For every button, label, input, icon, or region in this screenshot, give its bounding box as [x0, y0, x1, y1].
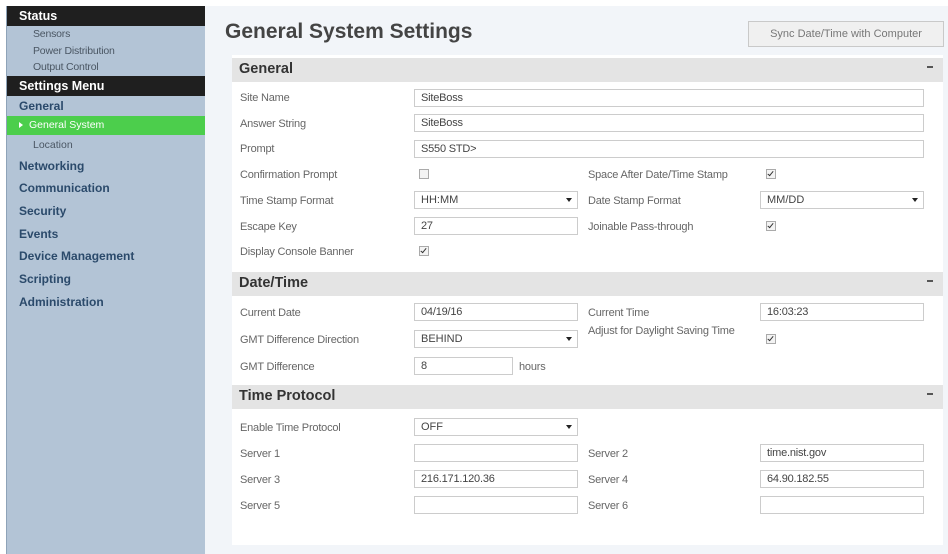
dropdown-arrow-icon: [912, 198, 918, 202]
server-6-input[interactable]: [760, 496, 924, 514]
enable-time-protocol-select[interactable]: OFF: [414, 418, 578, 436]
site-name-input[interactable]: SiteBoss: [414, 89, 924, 107]
section-title: Time Protocol: [239, 388, 336, 404]
sidebar-item-sensors[interactable]: Sensors: [7, 26, 205, 43]
server-5-input[interactable]: [414, 496, 578, 514]
display-console-banner-label: Display Console Banner: [240, 246, 354, 258]
prompt-label: Prompt: [240, 143, 275, 155]
current-date-input[interactable]: 04/19/16: [414, 303, 578, 321]
sidebar-item-security[interactable]: Security: [7, 200, 205, 223]
selected-value: MM/DD: [767, 194, 805, 206]
prompt-input[interactable]: S550 STD>: [414, 140, 924, 158]
gmt-difference-input[interactable]: 8: [414, 357, 513, 375]
dropdown-arrow-icon: [566, 425, 572, 429]
checkmark-icon: [420, 246, 427, 254]
dropdown-arrow-icon: [566, 337, 572, 341]
sidebar-item-device-management[interactable]: Device Management: [7, 245, 205, 268]
sync-datetime-button[interactable]: Sync Date/Time with Computer: [748, 21, 944, 47]
confirmation-prompt-checkbox[interactable]: [419, 169, 429, 179]
sidebar-item-power-distribution[interactable]: Power Distribution: [7, 43, 205, 60]
answer-string-label: Answer String: [240, 118, 306, 130]
daylight-saving-checkbox[interactable]: [766, 334, 776, 344]
selected-value: OFF: [421, 421, 443, 433]
sidebar-item-communication[interactable]: Communication: [7, 177, 205, 200]
current-time-input[interactable]: 16:03:23: [760, 303, 924, 321]
date-stamp-format-select[interactable]: MM/DD: [760, 191, 924, 209]
server-1-input[interactable]: [414, 444, 578, 462]
time-stamp-format-label: Time Stamp Format: [240, 195, 334, 207]
sidebar-item-location[interactable]: Location: [7, 135, 205, 155]
caret-right-icon: [19, 122, 23, 128]
server-4-label: Server 4: [588, 474, 628, 486]
enable-time-protocol-label: Enable Time Protocol: [240, 422, 341, 434]
checkmark-icon: [767, 221, 774, 229]
escape-key-input[interactable]: 27: [414, 217, 578, 235]
section-header-datetime: Date/Time: [232, 272, 943, 296]
section-title: Date/Time: [239, 275, 309, 291]
sidebar-item-networking[interactable]: Networking: [7, 155, 205, 178]
sidebar-header-status[interactable]: Status: [7, 6, 205, 26]
section-header-general: General: [232, 58, 943, 82]
sidebar-item-output-control[interactable]: Output Control: [7, 59, 205, 76]
joinable-pass-through-checkbox[interactable]: [766, 221, 776, 231]
selected-value: BEHIND: [421, 333, 463, 345]
dropdown-arrow-icon: [566, 198, 572, 202]
confirmation-prompt-label: Confirmation Prompt: [240, 169, 338, 181]
date-stamp-format-label: Date Stamp Format: [588, 195, 681, 207]
sidebar: Status Sensors Power Distribution Output…: [6, 6, 205, 554]
site-name-label: Site Name: [240, 92, 290, 104]
gmt-direction-label: GMT Difference Direction: [240, 334, 359, 346]
time-stamp-format-select[interactable]: HH:MM: [414, 191, 578, 209]
sidebar-item-scripting[interactable]: Scripting: [7, 268, 205, 291]
server-2-label: Server 2: [588, 448, 628, 460]
checkmark-icon: [767, 334, 774, 342]
sidebar-item-events[interactable]: Events: [7, 223, 205, 246]
joinable-pass-through-label: Joinable Pass-through: [588, 221, 694, 233]
server-6-label: Server 6: [588, 500, 628, 512]
server-2-input[interactable]: time.nist.gov: [760, 444, 924, 462]
gmt-difference-unit: hours: [519, 361, 546, 373]
checkmark-icon: [767, 169, 774, 177]
server-4-input[interactable]: 64.90.182.55: [760, 470, 924, 488]
server-5-label: Server 5: [240, 500, 280, 512]
collapse-icon[interactable]: [927, 393, 933, 395]
space-after-stamp-label: Space After Date/Time Stamp: [588, 169, 728, 181]
gmt-direction-select[interactable]: BEHIND: [414, 330, 578, 348]
section-header-time-protocol: Time Protocol: [232, 385, 943, 409]
selected-value: HH:MM: [421, 194, 459, 206]
sidebar-item-label: General System: [29, 118, 105, 131]
escape-key-label: Escape Key: [240, 221, 297, 233]
current-time-label: Current Time: [588, 307, 650, 319]
server-3-label: Server 3: [240, 474, 280, 486]
collapse-icon[interactable]: [927, 280, 933, 282]
space-after-stamp-checkbox[interactable]: [766, 169, 776, 179]
sidebar-item-general[interactable]: General: [7, 96, 205, 116]
current-date-label: Current Date: [240, 307, 301, 319]
server-1-label: Server 1: [240, 448, 280, 460]
collapse-icon[interactable]: [927, 66, 933, 68]
display-console-banner-checkbox[interactable]: [419, 246, 429, 256]
sidebar-item-general-system[interactable]: General System: [7, 115, 205, 135]
page-title: General System Settings: [225, 20, 473, 43]
main-content: General System Settings Sync Date/Time w…: [205, 6, 948, 554]
sidebar-header-settings-menu[interactable]: Settings Menu: [7, 75, 205, 96]
server-3-input[interactable]: 216.171.120.36: [414, 470, 578, 488]
gmt-difference-label: GMT Difference: [240, 361, 315, 373]
sidebar-item-administration[interactable]: Administration: [7, 291, 205, 314]
settings-panel: General Site Name SiteBoss Answer String…: [232, 55, 943, 545]
answer-string-input[interactable]: SiteBoss: [414, 114, 924, 132]
daylight-saving-label: Adjust for Daylight Saving Time: [588, 325, 735, 337]
section-title: General: [239, 61, 293, 77]
